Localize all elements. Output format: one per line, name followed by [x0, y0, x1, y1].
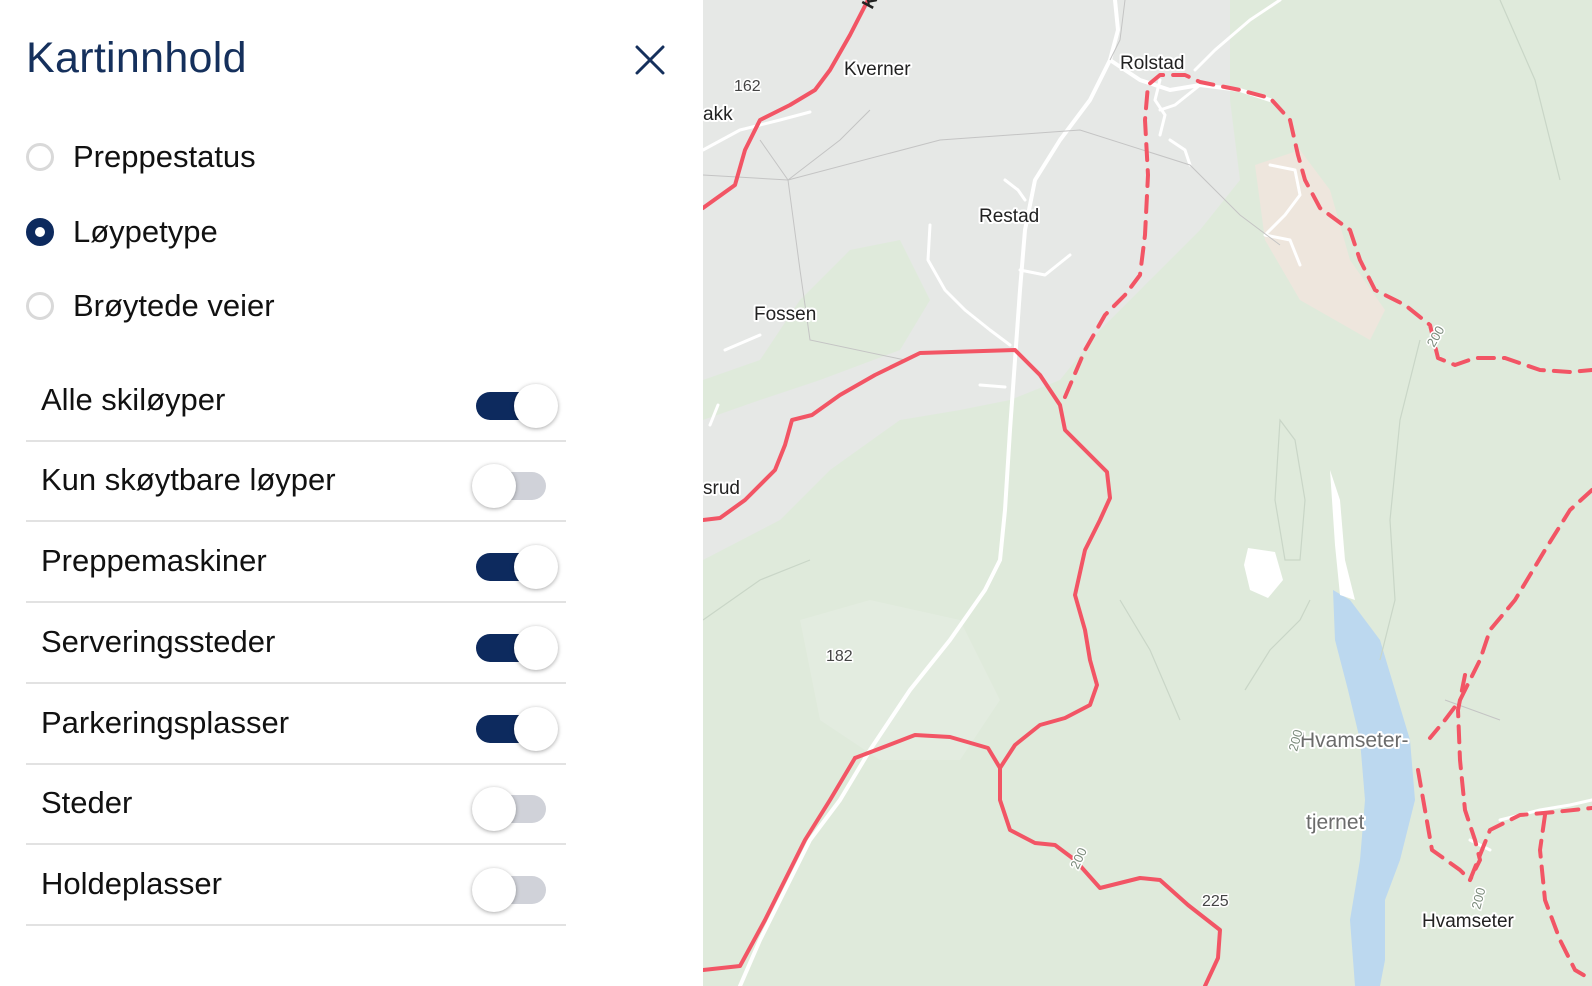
- toggle-label: Alle skiløyper: [41, 382, 226, 417]
- radio-label: Brøytede veier: [73, 288, 275, 323]
- close-button[interactable]: [628, 38, 672, 82]
- toggle-switch[interactable]: [470, 700, 562, 751]
- toggle-switch[interactable]: [470, 619, 562, 670]
- toggle-switch[interactable]: [470, 780, 562, 831]
- toggle-knob: [472, 787, 516, 831]
- radio-broytede-veier[interactable]: Brøytede veier: [26, 286, 275, 326]
- toggle-row-serveringssteder[interactable]: Serveringssteder: [26, 604, 566, 684]
- toggle-knob: [514, 707, 558, 751]
- toggle-row-holdeplasser[interactable]: Holdeplasser: [26, 846, 566, 926]
- radio-loypetype[interactable]: Løypetype: [26, 212, 218, 252]
- toggle-row-steder[interactable]: Steder: [26, 765, 566, 845]
- toggle-switch[interactable]: [470, 861, 562, 912]
- toggle-label: Preppemaskiner: [41, 543, 267, 578]
- panel-title: Kartinnhold: [26, 34, 247, 82]
- radio-circle[interactable]: [26, 292, 54, 320]
- toggle-knob: [514, 384, 558, 428]
- place-label-fossen: Fossen: [754, 304, 816, 325]
- map-canvas[interactable]: Kverner Rolstad akk Restad Fossen srud H…: [703, 0, 1592, 986]
- elevation-label: 182: [826, 648, 853, 665]
- toggle-switch[interactable]: [470, 538, 562, 589]
- toggle-knob: [472, 464, 516, 508]
- place-label-rolstad: Rolstad: [1120, 53, 1184, 74]
- place-label-kverner: Kverner: [844, 59, 911, 80]
- toggle-row-parkeringsplasser[interactable]: Parkeringsplasser: [26, 685, 566, 765]
- toggle-switch[interactable]: [470, 457, 562, 508]
- place-label-akk: akk: [703, 104, 733, 125]
- radio-circle[interactable]: [26, 143, 54, 171]
- toggle-label: Holdeplasser: [41, 866, 222, 901]
- place-label-hvamseter: Hvamseter: [1422, 911, 1515, 932]
- toggle-label: Parkeringsplasser: [41, 705, 290, 740]
- place-label-srud: srud: [703, 478, 740, 499]
- toggle-row-alle-skiloyper[interactable]: Alle skiløyper: [26, 362, 566, 442]
- radio-label: Løypetype: [73, 214, 218, 249]
- toggle-switch[interactable]: [470, 377, 562, 428]
- radio-label: Preppestatus: [73, 139, 256, 174]
- radio-circle[interactable]: [26, 218, 54, 246]
- map-view[interactable]: Kverner Rolstad akk Restad Fossen srud H…: [703, 0, 1592, 986]
- toggle-row-preppemaskiner[interactable]: Preppemaskiner: [26, 523, 566, 603]
- place-label-hvamsetertjernet-1: Hvamseter-: [1300, 729, 1409, 752]
- place-label-hvamsetertjernet-2: tjernet: [1306, 811, 1365, 834]
- close-icon: [635, 45, 665, 75]
- elevation-label: 162: [734, 78, 761, 95]
- toggle-label: Serveringssteder: [41, 624, 276, 659]
- toggle-row-kun-skoytbare-loyper[interactable]: Kun skøytbare løyper: [26, 442, 566, 522]
- map-content-panel: Kartinnhold Preppestatus Løypetype Brøyt…: [0, 0, 703, 986]
- toggle-knob: [514, 626, 558, 670]
- place-label-restad: Restad: [979, 206, 1039, 227]
- toggle-knob: [514, 545, 558, 589]
- toggle-label: Steder: [41, 785, 133, 820]
- toggle-label: Kun skøytbare løyper: [41, 462, 336, 497]
- toggle-knob: [472, 868, 516, 912]
- radio-preppestatus[interactable]: Preppestatus: [26, 137, 256, 177]
- elevation-label: 225: [1202, 893, 1229, 910]
